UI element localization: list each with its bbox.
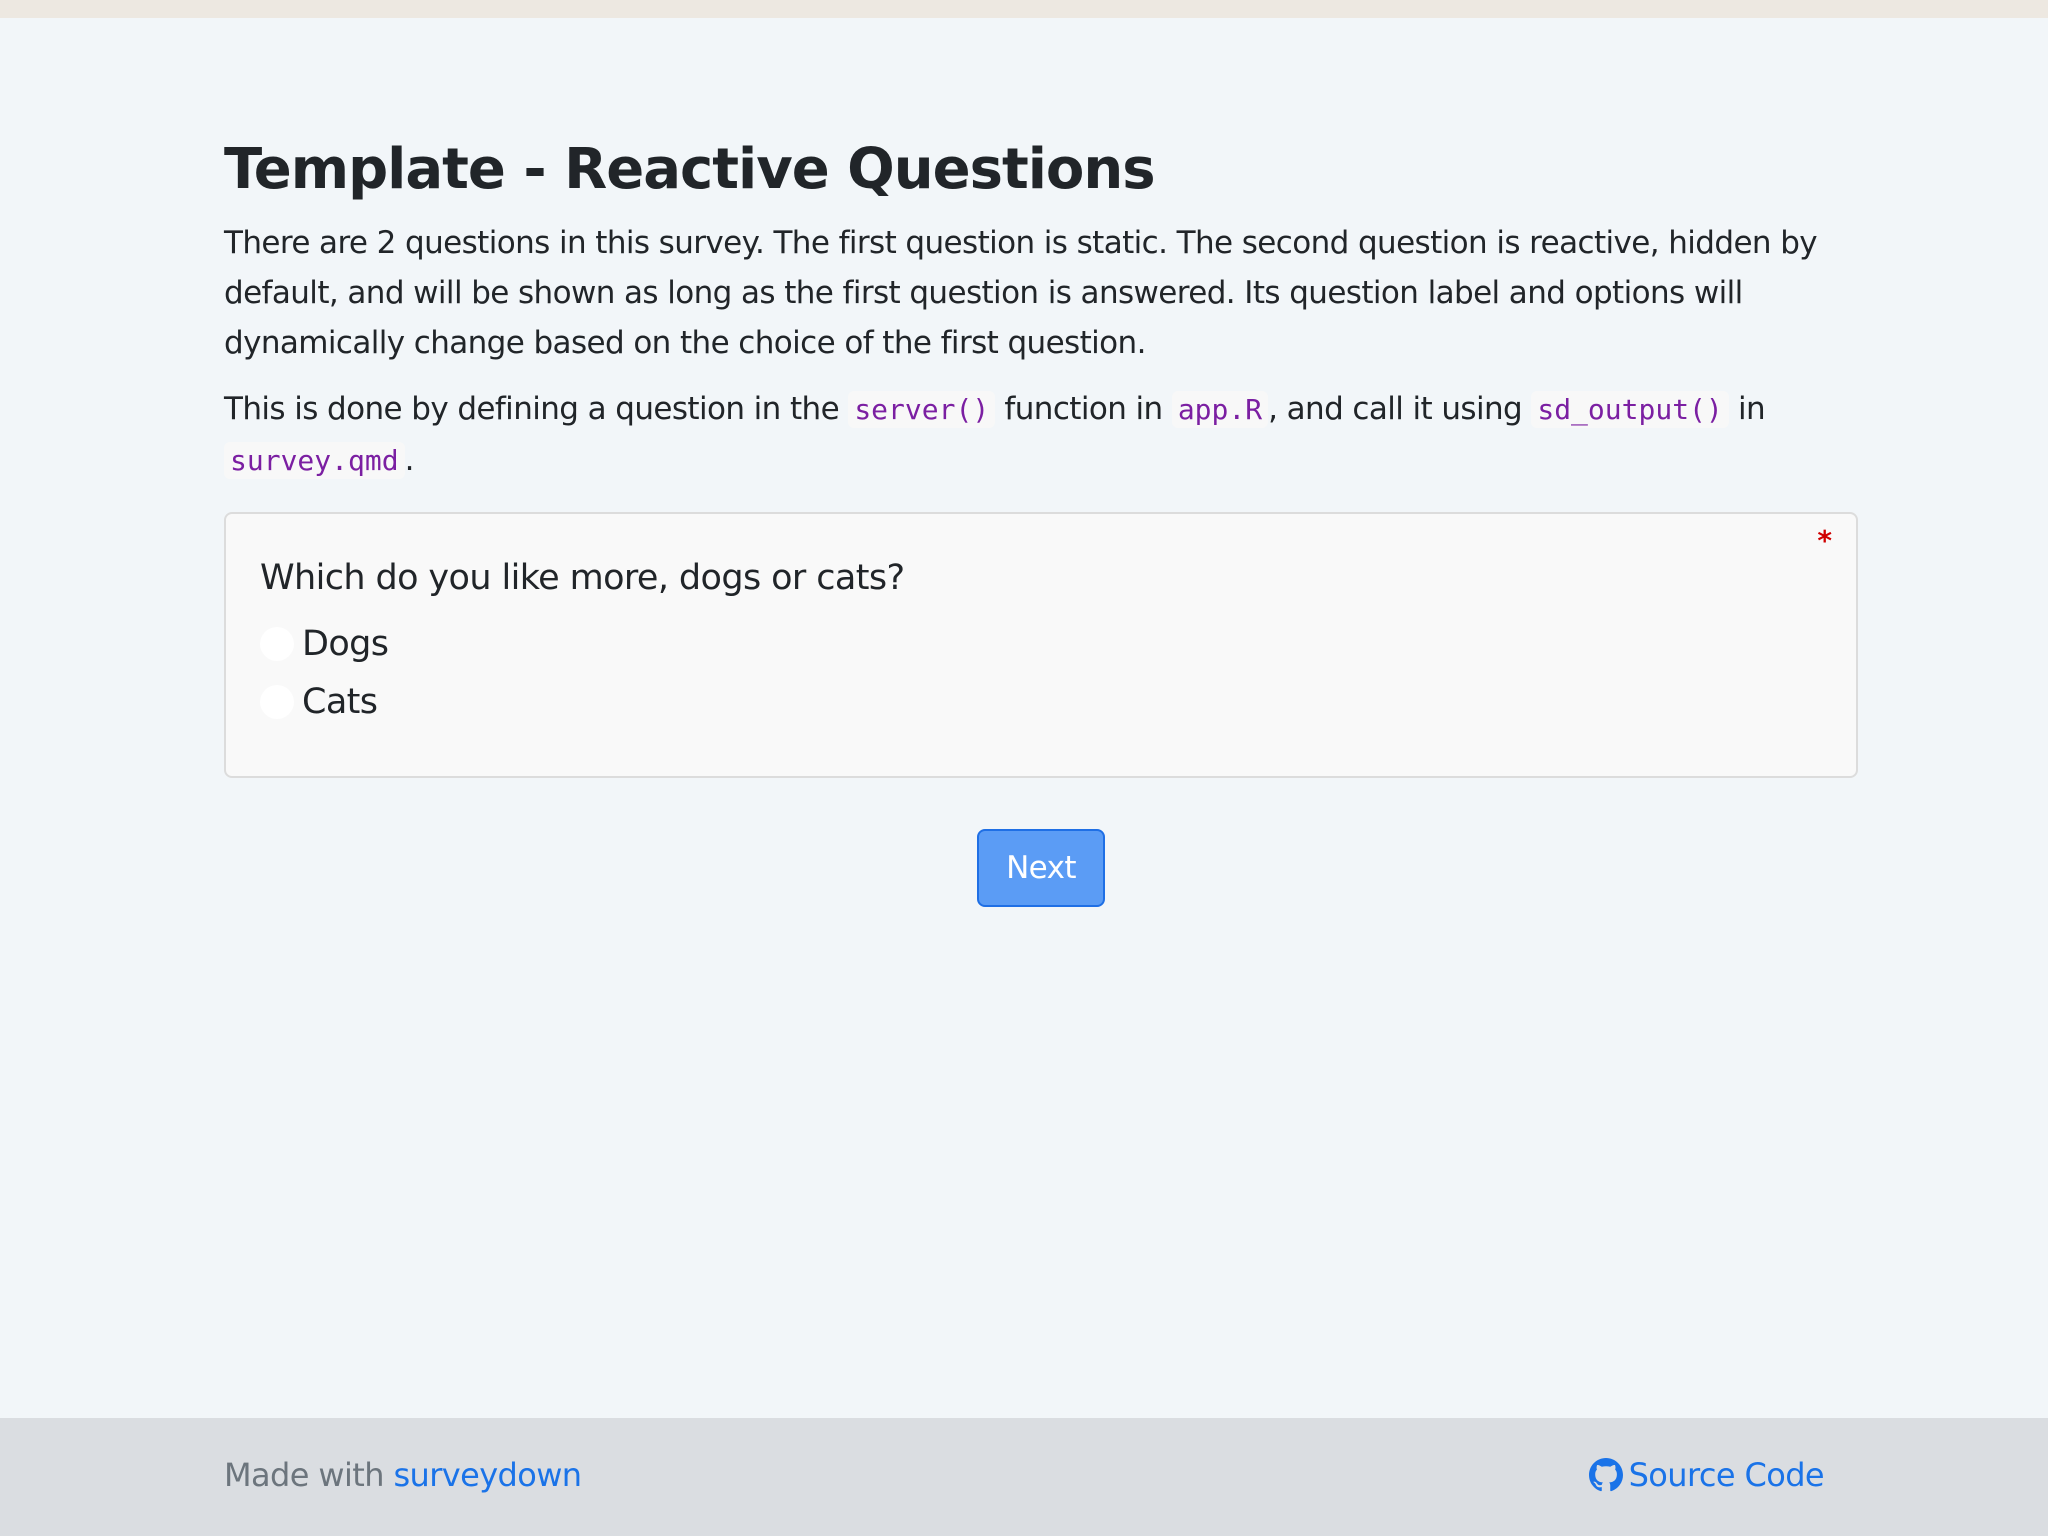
- radio-dogs[interactable]: [260, 627, 294, 661]
- source-code-link[interactable]: Source Code: [1588, 1456, 1825, 1494]
- explanation-text-2: function in: [995, 391, 1172, 427]
- made-with: Made with surveydown: [224, 1456, 582, 1494]
- required-marker: *: [1817, 524, 1832, 557]
- explanation-text-3: , and call it using: [1268, 391, 1532, 427]
- code-survey-qmd: survey.qmd: [224, 442, 405, 479]
- page-title: Template - Reactive Questions: [224, 137, 1156, 202]
- code-server: server(): [848, 391, 996, 428]
- option-dogs[interactable]: Dogs: [260, 622, 389, 666]
- github-icon: [1588, 1458, 1623, 1492]
- top-strip: [0, 0, 2048, 18]
- question-card: * Which do you like more, dogs or cats? …: [224, 512, 1858, 778]
- footer: Made with surveydown Source Code: [0, 1418, 2048, 1536]
- intro-paragraph: There are 2 questions in this survey. Th…: [224, 225, 1818, 361]
- option-label-cats: Cats: [302, 682, 378, 722]
- explanation-text-4: in: [1728, 391, 1766, 427]
- option-cats[interactable]: Cats: [260, 680, 378, 724]
- explanation-paragraph: This is done by defining a question in t…: [224, 384, 1858, 486]
- question-label: Which do you like more, dogs or cats?: [260, 558, 905, 598]
- code-sd-output: sd_output(): [1531, 391, 1729, 428]
- explanation-text-5: .: [404, 442, 415, 478]
- explanation-text-1: This is done by defining a question in t…: [224, 391, 849, 427]
- made-with-text: Made with: [224, 1456, 394, 1494]
- radio-cats[interactable]: [260, 685, 294, 719]
- code-app-r: app.R: [1171, 391, 1269, 428]
- next-button[interactable]: Next: [977, 829, 1105, 907]
- survey-intro: Template - Reactive Questions There are …: [224, 130, 1858, 486]
- surveydown-link[interactable]: surveydown: [393, 1456, 582, 1494]
- source-code-label: Source Code: [1628, 1456, 1825, 1494]
- option-label-dogs: Dogs: [302, 624, 389, 664]
